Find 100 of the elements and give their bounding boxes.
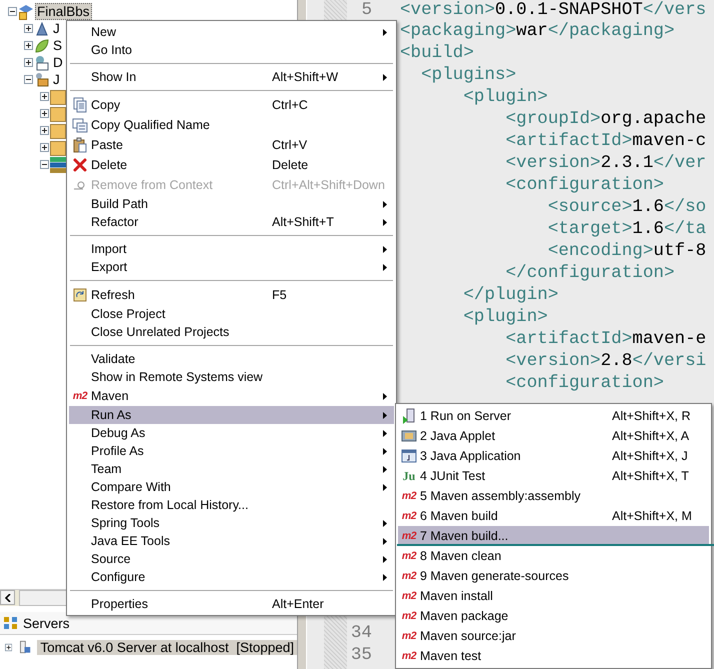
maven-logo-icon: m2 [402, 570, 416, 582]
code-line: <configuration> [504, 174, 665, 196]
line-number: 35 [350, 644, 373, 666]
expand-toggle[interactable] [40, 92, 49, 101]
submenu-arrow-icon [383, 392, 387, 400]
menu-item[interactable]: Debug As [69, 424, 394, 442]
menu-item[interactable]: m2 5 Maven assembly:assembly [398, 486, 709, 506]
expand-toggle[interactable] [24, 24, 33, 33]
code-line: <version>0.0.1-SNAPSHOT</vers [400, 0, 708, 20]
code-line: <artifactId>maven-e [504, 328, 708, 350]
menu-item[interactable]: Build Path [69, 195, 394, 213]
menu-item[interactable]: Compare With [69, 478, 394, 496]
menu-item[interactable]: Java EE Tools [69, 532, 394, 550]
code-line: </configuration> [504, 262, 676, 284]
expand-toggle[interactable] [40, 143, 49, 152]
menu-item[interactable]: Delete Delete [69, 155, 394, 175]
keyboard-shortcut: Alt+Shift+X, J [612, 449, 689, 463]
folder-icon [50, 106, 66, 122]
tree-item[interactable]: FinalBbs [35, 3, 92, 20]
menu-item[interactable]: m2 8 Maven clean [398, 546, 709, 566]
code-line: <source>1.6</so [546, 196, 708, 218]
menu-item[interactable]: Show in Remote Systems view [69, 368, 394, 386]
code-line: <version>2.8</versi [504, 350, 708, 372]
menu-item[interactable]: Export [69, 258, 394, 276]
expand-toggle[interactable] [40, 109, 49, 118]
menu-item[interactable]: Source [69, 550, 394, 568]
menu-item[interactable]: Refresh F5 [69, 285, 394, 305]
menu-item[interactable]: Properties Alt+Enter [69, 595, 394, 613]
code-line: <version>2.3.1</ver [504, 152, 708, 174]
copy-icon [72, 117, 88, 133]
menu-item[interactable]: m2 6 Maven build Alt+Shift+X, M [398, 506, 709, 526]
menu-item[interactable]: m2 Maven [69, 386, 394, 406]
expand-toggle[interactable] [40, 126, 49, 135]
stack-icon [50, 156, 66, 172]
menu-item[interactable]: m2 Maven source:jar [398, 626, 709, 646]
keyboard-shortcut: Alt+Shift+X, R [612, 409, 692, 423]
menu-item[interactable]: Restore from Local History... [69, 496, 394, 514]
server-icon [401, 408, 417, 424]
menu-item[interactable]: Go Into [69, 41, 394, 59]
menu-item[interactable]: Close Project [69, 305, 394, 323]
collapse-toggle[interactable] [40, 160, 49, 169]
keyboard-shortcut: Alt+Enter [272, 597, 325, 611]
maven-logo-icon: m2 [402, 590, 416, 602]
menu-item[interactable]: Configure [69, 568, 394, 586]
menu-item[interactable]: Copy Qualified Name [69, 115, 394, 135]
menu-item[interactable]: Ju 4 JUnit Test Alt+Shift+X, T [398, 466, 709, 486]
menu-item[interactable]: 3 Java Application Alt+Shift+X, J [398, 446, 709, 466]
keyboard-shortcut: F5 [272, 288, 288, 302]
menu-item[interactable]: m2 7 Maven build... [398, 526, 709, 546]
expand-toggle[interactable] [24, 58, 33, 67]
server-icon [18, 639, 32, 655]
line-number: 34 [350, 622, 373, 644]
menu-item[interactable]: Run As [69, 406, 394, 424]
window-icon [401, 448, 417, 464]
menu-item[interactable]: Copy Ctrl+C [69, 95, 394, 115]
code-line: <target>1.6</ta [546, 218, 708, 240]
collapse-toggle[interactable] [8, 7, 17, 16]
submenu-arrow-icon [383, 74, 387, 80]
menu-item[interactable]: m2 Maven package [398, 606, 709, 626]
menu-item[interactable]: Team [69, 460, 394, 478]
menu-item[interactable]: Close Unrelated Projects [69, 323, 394, 341]
refresh-icon [72, 287, 88, 303]
keyboard-shortcut: Alt+Shift+W [272, 70, 339, 84]
server-item[interactable]: Tomcat v6.0 Server at localhost [Stopped] [37, 640, 297, 654]
menu-item[interactable]: Refactor Alt+Shift+T [69, 213, 394, 231]
keyboard-shortcut: Ctrl+C [272, 98, 309, 112]
menu-item[interactable]: Show In Alt+Shift+W [69, 68, 394, 86]
submenu-arrow-icon [383, 466, 387, 472]
expand-toggle[interactable] [5, 642, 12, 652]
menu-item[interactable]: Paste Ctrl+V [69, 135, 394, 155]
maven-logo-icon: m2 [402, 610, 416, 622]
view-tab[interactable]: Servers [3, 615, 70, 631]
code-line: <plugins> [420, 64, 518, 86]
code-line: <encoding>utf-8 [546, 240, 708, 262]
maven-logo-icon: m2 [402, 510, 416, 522]
menu-item[interactable]: 1 Run on Server Alt+Shift+X, R [398, 406, 709, 426]
menu-item[interactable]: Profile As [69, 442, 394, 460]
menu-item[interactable]: Spring Tools [69, 514, 394, 532]
keyboard-shortcut: Alt+Shift+X, A [612, 429, 690, 443]
menu-item[interactable]: m2 Maven install [398, 586, 709, 606]
maven-logo-icon: m2 [402, 530, 416, 542]
menu-item[interactable]: Validate [69, 350, 394, 368]
menu-item[interactable]: 2 Java Applet Alt+Shift+X, A [398, 426, 709, 446]
package-icon [34, 72, 50, 88]
tree-item[interactable]: D [51, 54, 65, 71]
menu-item[interactable]: Import [69, 240, 394, 258]
menu-item[interactable]: m2 9 Maven generate-sources [398, 566, 709, 586]
tree-item[interactable]: S [51, 37, 64, 54]
collapse-toggle[interactable] [24, 75, 33, 84]
tree-item[interactable]: J [51, 20, 62, 37]
menu-item[interactable]: New [69, 23, 394, 41]
submenu-arrow-icon [383, 264, 387, 270]
menu-item[interactable]: m2 Maven test [398, 646, 709, 666]
tree-item[interactable]: J [51, 71, 62, 88]
database-icon [34, 54, 50, 70]
expand-toggle[interactable] [24, 41, 33, 50]
applet-icon [401, 428, 417, 444]
delete-icon [72, 157, 88, 173]
keyboard-shortcut: Alt+Shift+X, T [612, 469, 690, 483]
keyboard-shortcut: Ctrl+V [272, 138, 308, 152]
